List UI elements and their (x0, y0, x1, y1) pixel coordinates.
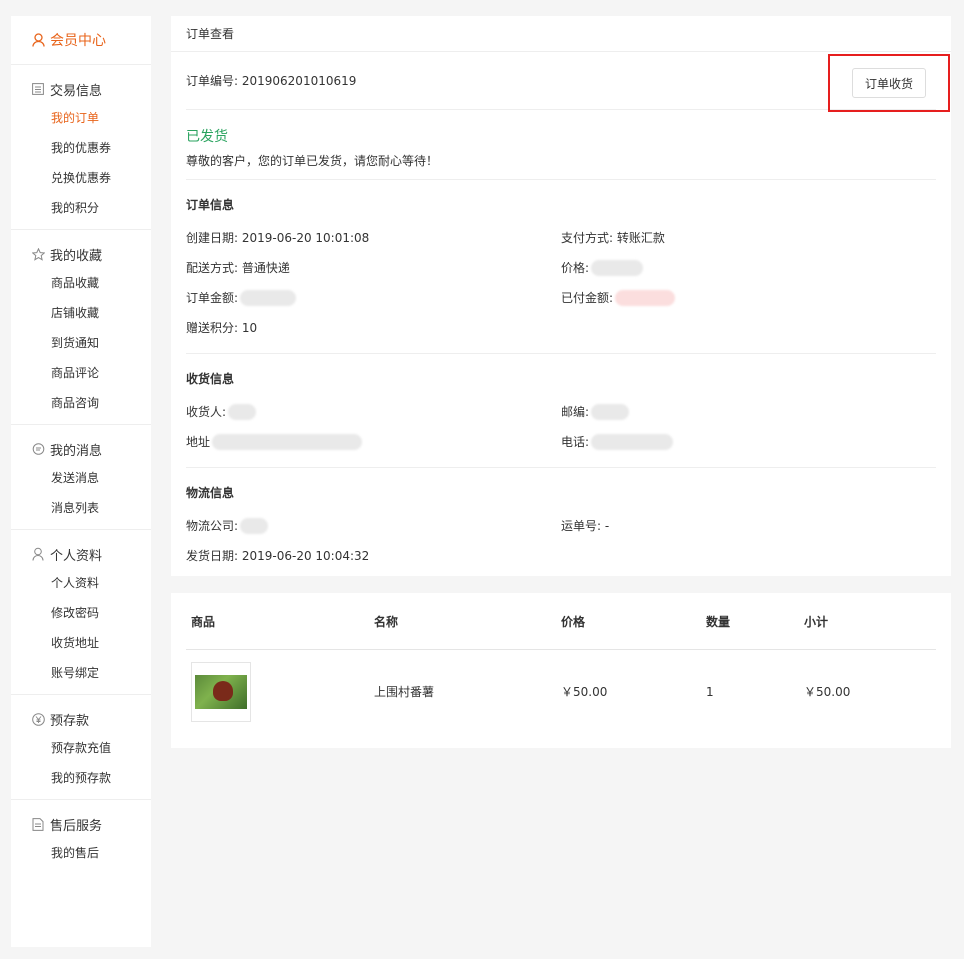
sidebar-group-profile: 个人资料 个人资料 修改密码 收货地址 账号绑定 (11, 530, 151, 695)
redacted-value (591, 260, 644, 276)
highlight-box: 订单收货 (828, 54, 950, 112)
sidebar-group-deposit: 预存款 预存款充值 我的预存款 (11, 695, 151, 800)
column-header-subtotal: 小计 (804, 614, 829, 629)
sidebar-item-deposit-recharge[interactable]: 预存款充值 (11, 733, 151, 763)
order-status: 已发货 (186, 129, 228, 145)
order-info-section: 订单信息 创建日期: 2019-06-20 10:01:08 支付方式: 转账汇… (186, 180, 936, 354)
redacted-value (228, 404, 257, 420)
order-amount: 订单金额: (186, 283, 561, 313)
sidebar-item-product-questions[interactable]: 商品咨询 (11, 388, 151, 418)
ship-date: 发货日期: 2019-06-20 10:04:32 (186, 549, 370, 563)
status-block: 已发货 尊敬的客户，您的订单已发货，请您耐心等待！ (186, 110, 936, 180)
sidebar-item-product-favorites[interactable]: 商品收藏 (11, 268, 151, 298)
member-sidebar: 会员中心 交易信息 我的订单 我的优惠券 兑换优惠券 我的积分 我的收藏 商品收… (11, 16, 151, 947)
sidebar-item-send-message[interactable]: 发送消息 (11, 463, 151, 493)
redacted-value (240, 290, 297, 306)
product-thumbnail[interactable] (191, 661, 251, 722)
redacted-value (591, 434, 674, 450)
sidebar-item-my-deposit[interactable]: 我的预存款 (11, 763, 151, 793)
sidebar-group-title: 交易信息 (11, 79, 151, 99)
user-icon (31, 547, 45, 561)
sidebar-item-arrival-notice[interactable]: 到货通知 (11, 328, 151, 358)
sidebar-group-trade: 交易信息 我的订单 我的优惠券 兑换优惠券 我的积分 (11, 65, 151, 230)
sidebar-group-title: 我的消息 (11, 439, 151, 459)
redacted-value (615, 290, 676, 306)
confirm-receipt-button[interactable]: 订单收货 (851, 68, 926, 98)
receiver-info-section: 收货信息 收货人: 邮编: 地址 电话: (186, 354, 936, 468)
sidebar-item-my-orders[interactable]: 我的订单 (11, 103, 151, 133)
address: 地址 (186, 427, 561, 457)
paid-amount: 已付金额: (561, 283, 936, 313)
sidebar-item-redeem-coupon[interactable]: 兑换优惠券 (11, 163, 151, 193)
zip-code: 邮编: (561, 397, 936, 427)
column-header-price: 价格 (561, 614, 586, 629)
sidebar-item-shipping-address[interactable]: 收货地址 (11, 628, 151, 658)
sidebar-item-product-reviews[interactable]: 商品评论 (11, 358, 151, 388)
list-icon (31, 82, 45, 96)
sidebar-item-change-password[interactable]: 修改密码 (11, 598, 151, 628)
column-header-product: 商品 (191, 614, 216, 629)
product-price: ￥50.00 (561, 685, 608, 699)
member-center-label: 会员中心 (50, 33, 106, 49)
price: 价格: (561, 253, 936, 283)
order-number-row: 订单编号: 201906201010619 (186, 52, 936, 110)
sidebar-item-message-list[interactable]: 消息列表 (11, 493, 151, 523)
create-date: 创建日期: 2019-06-20 10:01:08 (186, 231, 370, 245)
payment-method: 支付方式: 转账汇款 (561, 231, 665, 245)
section-title: 物流信息 (186, 486, 235, 500)
sidebar-item-account-binding[interactable]: 账号绑定 (11, 658, 151, 688)
product-quantity: 1 (706, 684, 714, 699)
document-icon (31, 817, 45, 831)
sidebar-item-my-aftersales[interactable]: 我的售后 (11, 838, 151, 868)
yen-icon (31, 712, 45, 726)
logistics-info-section: 物流信息 物流公司: 运单号: - 发货日期: 2019-06-20 10:04… (186, 468, 936, 581)
tracking-number: 运单号: - (561, 519, 610, 533)
user-icon (31, 33, 45, 47)
sidebar-item-personal-info[interactable]: 个人资料 (11, 568, 151, 598)
chat-icon (31, 442, 45, 456)
sidebar-group-messages: 我的消息 发送消息 消息列表 (11, 425, 151, 530)
column-header-quantity: 数量 (706, 614, 731, 629)
sidebar-group-title: 售后服务 (11, 814, 151, 834)
sidebar-group-aftersales: 售后服务 我的售后 (11, 800, 151, 874)
product-name[interactable]: 上围村番薯 (374, 683, 561, 700)
receiver-name: 收货人: (186, 397, 561, 427)
order-number: 订单编号: 201906201010619 (186, 74, 357, 88)
shipping-method: 配送方式: 普通快递 (186, 261, 290, 275)
redacted-value (212, 434, 363, 450)
table-header: 商品 名称 价格 数量 小计 (186, 593, 936, 650)
status-message: 尊敬的客户，您的订单已发货，请您耐心等待！ (186, 154, 439, 168)
sidebar-item-shop-favorites[interactable]: 店铺收藏 (11, 298, 151, 328)
section-title: 收货信息 (186, 372, 235, 386)
logistics-company: 物流公司: (186, 511, 561, 541)
table-row: 上围村番薯 ￥50.00 1 ￥50.00 (186, 650, 936, 733)
product-image (195, 674, 247, 709)
column-header-name: 名称 (374, 614, 399, 629)
bonus-points: 赠送积分: 10 (186, 321, 258, 335)
redacted-value (240, 518, 269, 534)
sidebar-group-title: 个人资料 (11, 544, 151, 564)
phone: 电话: (561, 427, 936, 457)
star-icon (31, 247, 45, 261)
section-title: 订单信息 (186, 198, 235, 212)
product-subtotal: ￥50.00 (804, 685, 851, 699)
order-items-panel: 商品 名称 价格 数量 小计 上围村番薯 ￥50.00 1 ￥50.00 (171, 593, 951, 748)
sidebar-group-favorites: 我的收藏 商品收藏 店铺收藏 到货通知 商品评论 商品咨询 (11, 230, 151, 425)
sidebar-group-title: 预存款 (11, 709, 151, 729)
redacted-value (591, 404, 630, 420)
sidebar-item-my-coupons[interactable]: 我的优惠券 (11, 133, 151, 163)
page-title: 订单查看 (171, 16, 951, 52)
order-detail-panel: 订单查看 订单编号: 201906201010619 订单收货 已发货 尊敬的客… (171, 16, 951, 576)
member-center-header[interactable]: 会员中心 (11, 16, 151, 65)
sidebar-group-title: 我的收藏 (11, 244, 151, 264)
sidebar-item-my-points[interactable]: 我的积分 (11, 193, 151, 223)
